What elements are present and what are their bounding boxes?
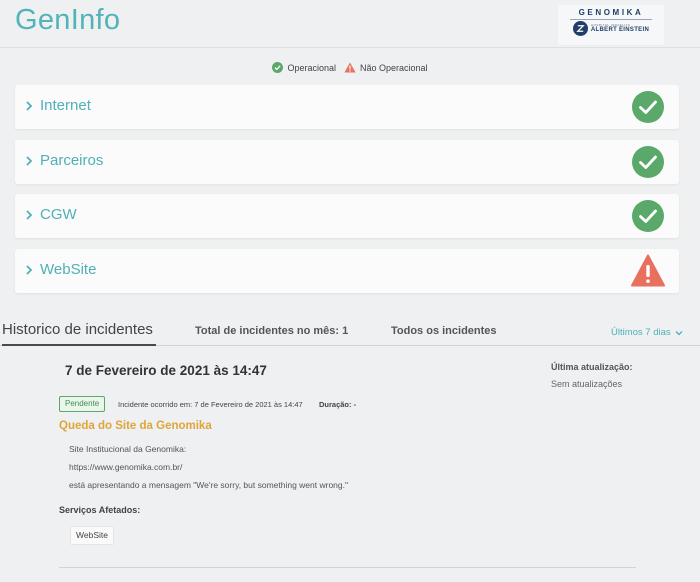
chevron-down-icon (675, 330, 683, 335)
status-legend: Operacional Não Operacional (0, 62, 700, 73)
incident-title: Queda do Site da Genomika (59, 420, 212, 432)
legend-not-operational-label: Não Operacional (359, 62, 428, 73)
service-row-internet[interactable]: Internet (15, 85, 679, 129)
operational-check-icon (632, 146, 664, 178)
operational-check-icon (632, 200, 664, 232)
legend-operational-label: Operacional (287, 62, 336, 73)
tab-monthly-total[interactable]: Total de incidentes no mês: 1 (195, 325, 348, 337)
tab-all-incidents[interactable]: Todos os incidentes (391, 325, 497, 337)
service-row-cgw[interactable]: CGW (15, 194, 679, 238)
incident-description-line: Site Institucional da Genomika: (69, 444, 187, 454)
divider (59, 567, 636, 568)
incident-tabs: Historico de incidentes Total de inciden… (0, 312, 700, 346)
genomika-einstein-logo: GENOMIKA HOSPITAL ISRAELITA ALBERT EINST… (558, 5, 664, 45)
affected-services-label: Serviços Afetados: (59, 505, 141, 515)
incident-occurred: Incidente ocorrido em: 7 de Fevereiro de… (118, 400, 303, 409)
einstein-mark-icon (572, 21, 588, 36)
period-dropdown[interactable]: Últimos 7 dias (611, 327, 683, 338)
service-row-parceiros[interactable]: Parceiros (15, 140, 679, 184)
warning-legend-icon (344, 62, 356, 73)
header: GenInfo GENOMIKA HOSPITAL ISRAELITA ALBE… (0, 0, 700, 48)
service-name: Parceiros (40, 152, 104, 169)
chevron-right-icon (26, 265, 33, 275)
logo-brand: GENOMIKA (578, 8, 644, 17)
operational-check-icon (632, 91, 664, 123)
chevron-right-icon (26, 101, 33, 111)
incident-description-line: https://www.genomika.com.br/ (69, 462, 183, 472)
incident-date: 7 de Fevereiro de 2021 às 14:47 (65, 363, 267, 378)
incident-description-line: está apresentando a mensagem "We're sorr… (69, 480, 349, 490)
logo-divider (570, 19, 652, 20)
active-tab-indicator (2, 344, 156, 346)
incident-duration: Duração: - (319, 400, 357, 409)
affected-service-chip: WebSite (70, 526, 114, 545)
chevron-right-icon (26, 210, 33, 220)
service-name: Internet (40, 97, 91, 114)
last-update-value: Sem atualizações (551, 379, 623, 389)
status-badge: Pendente (59, 396, 106, 412)
service-row-website[interactable]: WebSite (15, 249, 679, 293)
logo-subtitle: ALBERT EINSTEIN (590, 27, 650, 33)
chevron-right-icon (26, 156, 33, 166)
last-update-label: Última atualização: (551, 362, 633, 372)
operational-legend-icon (272, 62, 284, 73)
warning-icon (631, 254, 665, 287)
service-name: WebSite (40, 261, 97, 278)
tab-history[interactable]: Historico de incidentes (2, 321, 153, 338)
period-dropdown-label: Últimos 7 dias (611, 327, 671, 338)
app-title: GenInfo (15, 4, 121, 36)
service-name: CGW (40, 206, 77, 223)
